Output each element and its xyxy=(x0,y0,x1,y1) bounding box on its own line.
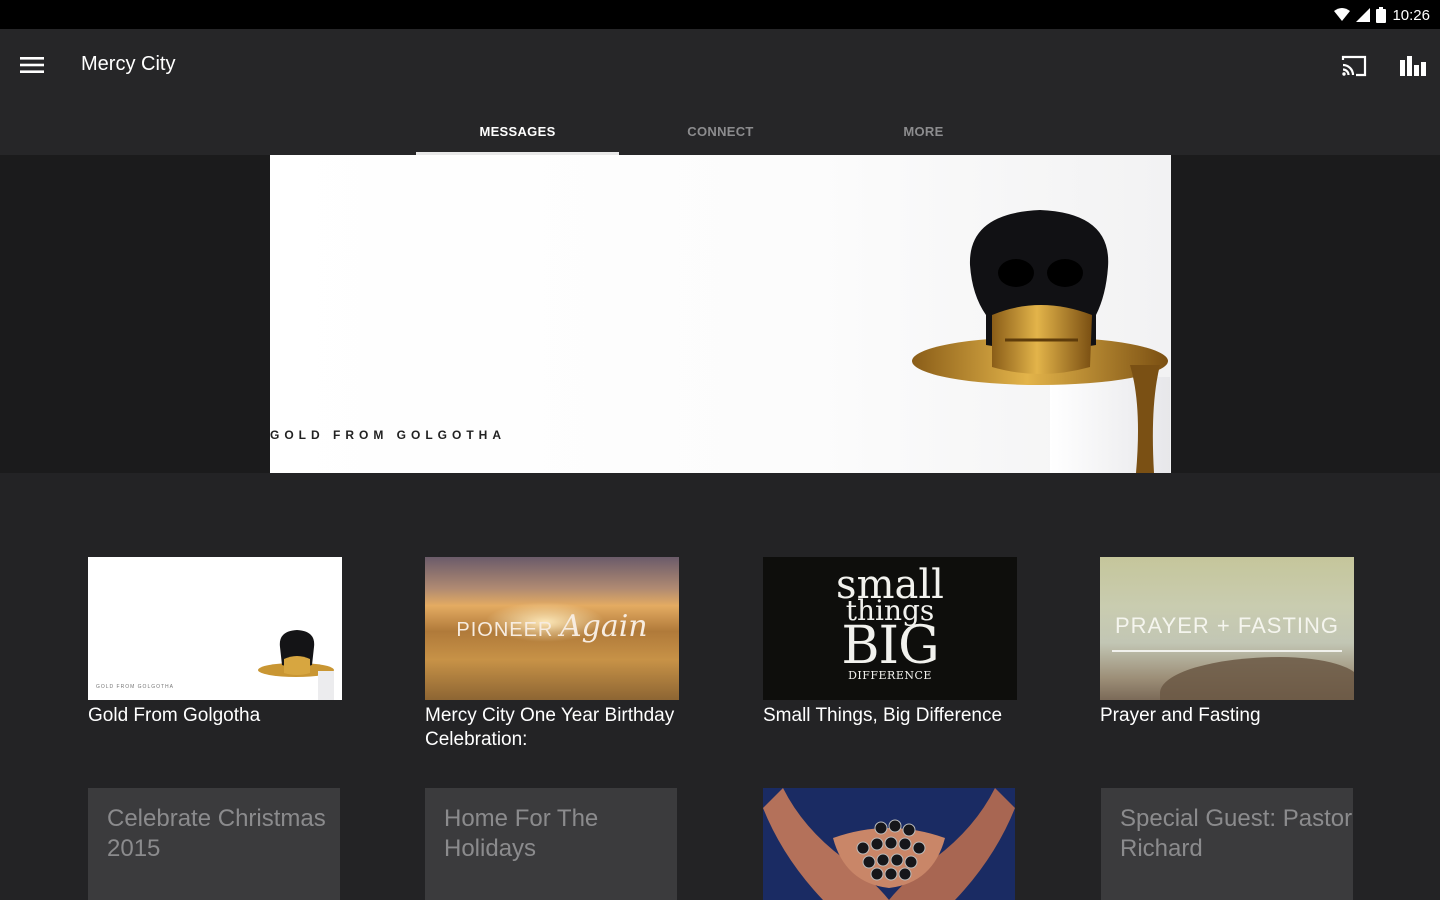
hands-artwork xyxy=(763,788,1015,900)
tab-connect[interactable]: CONNECT xyxy=(619,107,822,155)
series-thumbnail: PRAYER + FASTING xyxy=(1100,557,1354,700)
thumb-divider xyxy=(1112,650,1342,652)
cell-signal-icon xyxy=(1356,8,1371,22)
series-thumbnail: small things BIG DIFFERENCE xyxy=(763,557,1017,700)
tab-messages[interactable]: MESSAGES xyxy=(416,107,619,155)
stats-icon[interactable] xyxy=(1396,49,1430,83)
placeholder-title: Celebrate Christmas 2015 xyxy=(107,805,326,862)
app-bar: Mercy City MESSAGES CONNECT MORE xyxy=(0,29,1440,155)
battery-icon xyxy=(1376,7,1387,23)
skull-artwork xyxy=(912,210,1170,473)
thumb-text: PIONEER Again xyxy=(425,609,679,644)
skull-thumb-artwork xyxy=(258,630,334,700)
thumb-text: PRAYER + FASTING xyxy=(1114,613,1340,638)
app-title: Mercy City xyxy=(81,53,176,75)
placeholder-title: Special Guest: Pastor Richard xyxy=(1120,805,1353,862)
series-thumbnail: GOLD FROM GOLGOTHA xyxy=(88,557,342,700)
status-bar: 10:26 xyxy=(0,0,1440,29)
hero-banner[interactable]: GOLD FROM GOLGOTHA xyxy=(270,155,1171,473)
cast-icon[interactable] xyxy=(1337,49,1371,83)
placeholder-title: Home For The Holidays xyxy=(444,805,599,862)
series-card[interactable]: PRAYER + FASTING Prayer and Fasting xyxy=(1100,557,1354,728)
wifi-icon xyxy=(1334,8,1351,21)
thumb-text-script: Again xyxy=(559,609,648,644)
status-icons: 10:26 xyxy=(1334,5,1430,25)
series-title: Small Things, Big Difference xyxy=(763,705,1003,726)
series-thumbnail: PIONEER Again xyxy=(425,557,679,700)
series-card-placeholder[interactable]: Home For The Holidays xyxy=(425,788,677,900)
thumb-caption: GOLD FROM GOLGOTHA xyxy=(96,684,175,690)
thumb-line-3: BIG xyxy=(841,616,939,676)
menu-icon[interactable] xyxy=(14,51,50,79)
series-card-image[interactable] xyxy=(763,788,1015,900)
mountain-shape xyxy=(1160,657,1354,700)
thumb-line-4: DIFFERENCE xyxy=(848,669,932,682)
series-title: Gold From Golgotha xyxy=(88,705,261,726)
tab-bar: MESSAGES CONNECT MORE xyxy=(416,107,1025,155)
series-card[interactable]: PIONEER Again Mercy City One Year Birthd… xyxy=(425,557,679,752)
hero-caption: GOLD FROM GOLGOTHA xyxy=(270,428,506,442)
series-card[interactable]: GOLD FROM GOLGOTHA Gold From Golgotha xyxy=(88,557,342,728)
status-time: 10:26 xyxy=(1392,6,1430,24)
series-card-placeholder[interactable]: Special Guest: Pastor Richard xyxy=(1101,788,1353,900)
series-title: Mercy City One Year Birthday Celebration… xyxy=(425,705,675,750)
series-title: Prayer and Fasting xyxy=(1100,705,1261,726)
thumb-text: small things BIG DIFFERENCE xyxy=(763,565,1017,682)
tab-more[interactable]: MORE xyxy=(822,107,1025,155)
series-card-placeholder[interactable]: Celebrate Christmas 2015 xyxy=(88,788,340,900)
series-card[interactable]: small things BIG DIFFERENCE Small Things… xyxy=(763,557,1017,728)
thumb-text-primary: PIONEER xyxy=(456,619,554,641)
